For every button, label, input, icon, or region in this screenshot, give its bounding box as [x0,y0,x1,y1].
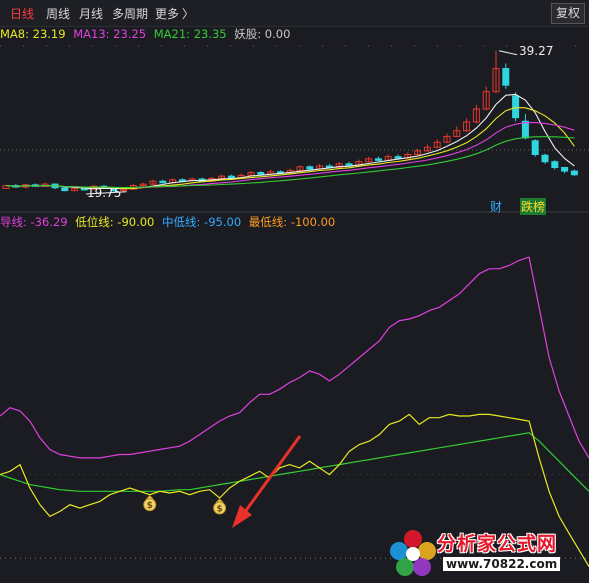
money-bag-icon: $ [213,498,227,515]
candle-body [306,166,314,170]
candle-body [394,156,402,159]
candlestick-series [2,50,578,193]
money-bag-knot [215,498,224,503]
candle-body [561,167,569,172]
candle-body [374,158,382,161]
money-bag-icon: $ [143,494,157,512]
price-grid [0,45,589,151]
finance-badge[interactable]: 财 [490,198,502,215]
candle-body [257,172,265,175]
candle-body [227,175,235,179]
candle-body [345,163,353,166]
site-watermark: 分析家公式网 www.70822.com [385,525,585,581]
money-bag-symbol: $ [147,501,153,511]
watermark-url: www.70822.com [443,557,561,571]
money-bag-symbol: $ [216,505,222,515]
candle-body [512,95,520,119]
candle-body [551,161,559,169]
candle-body [570,170,578,176]
candle-body [502,68,510,86]
flower-logo-icon [390,530,436,576]
low-price-label: 19.75 [87,186,122,200]
ma21-line [5,136,575,189]
candle-body [521,120,529,139]
money-bag-knot [145,494,154,500]
magenta-indicator-line [0,256,589,459]
candle-body [541,154,549,163]
ma13-line [5,122,575,189]
high-price-pointer [498,50,518,56]
indicator-lines [0,256,589,567]
indicator-annotations: $ $ [143,435,302,528]
chart-canvas[interactable]: $ $ [0,0,589,583]
drop-ranking-badge[interactable]: 跌榜 [520,198,547,215]
watermark-title: 分析家公式网 [437,533,558,555]
high-price-label: 39.27 [519,44,554,58]
candle-body [61,187,69,192]
candle-body [159,180,167,184]
candle-body [531,140,539,155]
